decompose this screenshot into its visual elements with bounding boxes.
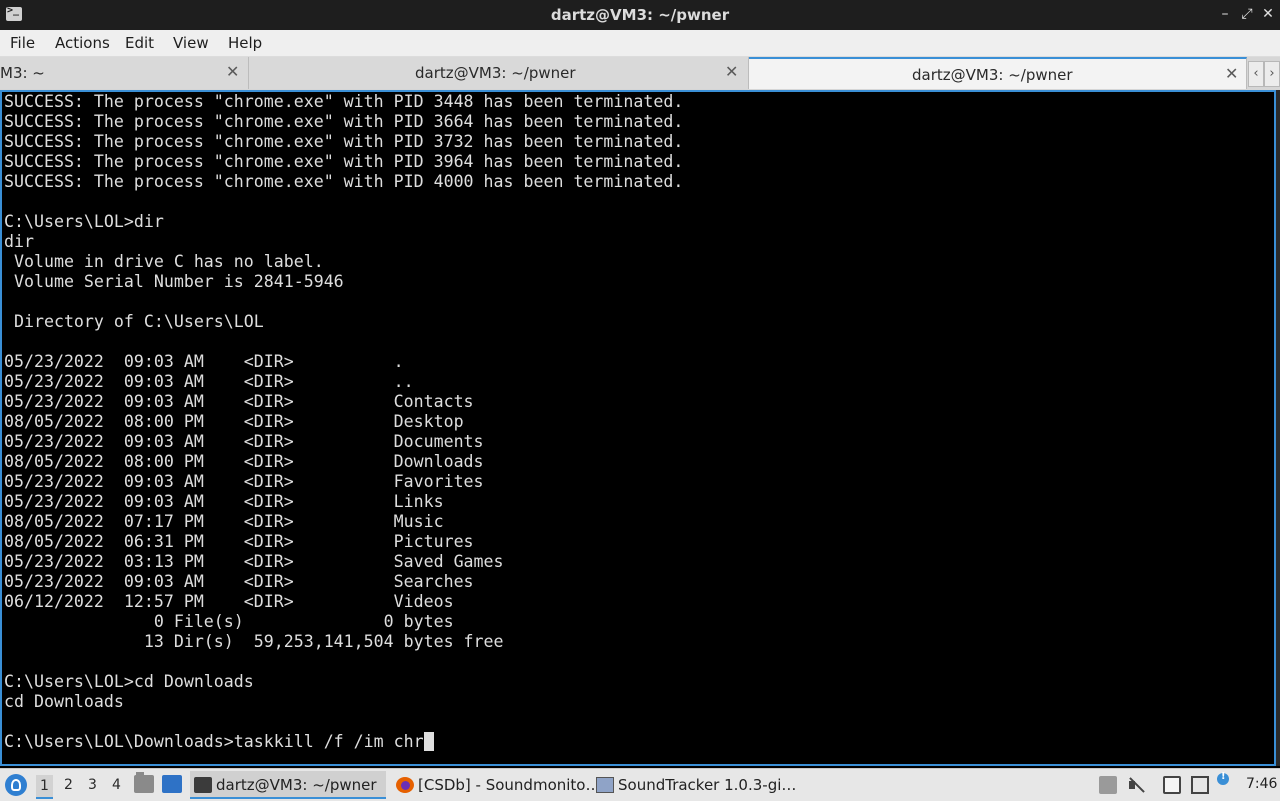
- tab-bar: M3: ~ ✕ dartz@VM3: ~/pwner ✕ dartz@VM3: …: [0, 57, 1280, 90]
- task-firefox[interactable]: [CSDb] - Soundmonito…: [392, 771, 600, 799]
- terminal-line: SUCCESS: The process "chrome.exe" with P…: [4, 152, 684, 171]
- minimize-icon[interactable]: –: [1216, 5, 1234, 23]
- tab-3[interactable]: dartz@VM3: ~/pwner ✕: [749, 57, 1247, 89]
- terminal-line: SUCCESS: The process "chrome.exe" with P…: [4, 172, 684, 191]
- firefox-icon: [396, 777, 414, 793]
- terminal-line: 13 Dir(s) 59,253,141,504 bytes free: [4, 632, 504, 651]
- terminal-icon: [194, 777, 212, 793]
- terminal-prompt-text: C:\Users\LOL\Downloads>taskkill /f /im c…: [4, 732, 424, 751]
- terminal-prompt-line[interactable]: C:\Users\LOL\Downloads>taskkill /f /im c…: [4, 732, 434, 752]
- window-title: dartz@VM3: ~/pwner: [550, 6, 730, 24]
- tab-close-icon[interactable]: ✕: [725, 62, 738, 81]
- show-desktop-icon[interactable]: [162, 775, 182, 793]
- terminal-line: SUCCESS: The process "chrome.exe" with P…: [4, 132, 684, 151]
- keyboard-layout-icon[interactable]: [1099, 776, 1117, 794]
- tab-label: dartz@VM3: ~/pwner: [912, 66, 1073, 84]
- task-label: SoundTracker 1.0.3-gi…: [618, 776, 797, 794]
- start-menu-icon[interactable]: [5, 774, 27, 796]
- soundtracker-icon: [596, 777, 614, 793]
- network-icon[interactable]: [1191, 776, 1209, 794]
- tab-close-icon[interactable]: ✕: [1225, 64, 1238, 83]
- tab-label: M3: ~: [0, 64, 45, 82]
- terminal-line: SUCCESS: The process "chrome.exe" with P…: [4, 92, 684, 111]
- title-bar: dartz@VM3: ~/pwner – ⤢ ✕: [0, 0, 1280, 30]
- task-soundtracker[interactable]: SoundTracker 1.0.3-gi…: [592, 771, 796, 799]
- menu-help[interactable]: Help: [228, 34, 262, 52]
- menu-view[interactable]: View: [173, 34, 209, 52]
- close-icon[interactable]: ✕: [1259, 5, 1277, 23]
- task-label: [CSDb] - Soundmonito…: [418, 776, 601, 794]
- menu-edit[interactable]: Edit: [125, 34, 154, 52]
- tab-label: dartz@VM3: ~/pwner: [415, 64, 576, 82]
- terminal-scrollbar[interactable]: [1276, 90, 1280, 766]
- terminal-line: 05/23/2022 09:03 AM <DIR> Links: [4, 492, 444, 511]
- terminal-line: dir: [4, 232, 34, 251]
- tab-scroll-right-icon[interactable]: ›: [1264, 61, 1280, 87]
- terminal-line: 05/23/2022 09:03 AM <DIR> Contacts: [4, 392, 474, 411]
- taskbar: 1 2 3 4 dartz@VM3: ~/pwner [CSDb] - Soun…: [0, 768, 1280, 801]
- terminal-line: Volume Serial Number is 2841-5946: [4, 272, 344, 291]
- terminal-line: 05/23/2022 09:03 AM <DIR> Documents: [4, 432, 484, 451]
- terminal-line: C:\Users\LOL>cd Downloads: [4, 672, 254, 691]
- task-label: dartz@VM3: ~/pwner: [216, 776, 377, 794]
- terminal-line: 05/23/2022 09:03 AM <DIR> Searches: [4, 572, 474, 591]
- task-terminal[interactable]: dartz@VM3: ~/pwner: [190, 771, 386, 799]
- terminal-line: 05/23/2022 03:13 PM <DIR> Saved Games: [4, 552, 504, 571]
- menu-file[interactable]: File: [10, 34, 35, 52]
- tab-1[interactable]: M3: ~ ✕: [0, 57, 249, 89]
- update-notification-icon[interactable]: [1217, 771, 1229, 785]
- maximize-icon[interactable]: ⤢: [1238, 5, 1256, 23]
- terminal-output[interactable]: SUCCESS: The process "chrome.exe" with P…: [0, 90, 1276, 766]
- file-manager-icon[interactable]: [134, 772, 154, 793]
- desktop-4[interactable]: 4: [112, 777, 121, 793]
- terminal-line: SUCCESS: The process "chrome.exe" with P…: [4, 112, 684, 131]
- clipboard-icon[interactable]: [1163, 776, 1181, 794]
- terminal-line: 0 File(s) 0 bytes: [4, 612, 454, 631]
- tab-scroll-left-icon[interactable]: ‹: [1248, 61, 1264, 87]
- terminal-line: Volume in drive C has no label.: [4, 252, 324, 271]
- terminal-line: 08/05/2022 06:31 PM <DIR> Pictures: [4, 532, 474, 551]
- terminal-line: cd Downloads: [4, 692, 124, 711]
- clock[interactable]: 7:46: [1246, 776, 1277, 792]
- menu-actions[interactable]: Actions: [55, 34, 110, 52]
- terminal-line: Directory of C:\Users\LOL: [4, 312, 264, 331]
- volume-muted-icon[interactable]: [1127, 776, 1145, 794]
- desktop-1[interactable]: 1: [36, 775, 53, 799]
- tab-2[interactable]: dartz@VM3: ~/pwner ✕: [249, 57, 749, 89]
- terminal-line: 05/23/2022 09:03 AM <DIR> .: [4, 352, 404, 371]
- terminal-line: 08/05/2022 08:00 PM <DIR> Downloads: [4, 452, 484, 471]
- terminal-line: C:\Users\LOL>dir: [4, 212, 164, 231]
- tab-close-icon[interactable]: ✕: [226, 62, 239, 81]
- terminal-line: 06/12/2022 12:57 PM <DIR> Videos: [4, 592, 454, 611]
- terminal-line: 08/05/2022 07:17 PM <DIR> Music: [4, 512, 444, 531]
- terminal-line: 05/23/2022 09:03 AM <DIR> ..: [4, 372, 414, 391]
- desktop-3[interactable]: 3: [88, 777, 97, 793]
- text-cursor: [423, 732, 434, 751]
- desktop-2[interactable]: 2: [64, 777, 73, 793]
- terminal-line: 08/05/2022 08:00 PM <DIR> Desktop: [4, 412, 464, 431]
- terminal-line: 05/23/2022 09:03 AM <DIR> Favorites: [4, 472, 484, 491]
- menu-bar: File Actions Edit View Help: [0, 30, 1280, 57]
